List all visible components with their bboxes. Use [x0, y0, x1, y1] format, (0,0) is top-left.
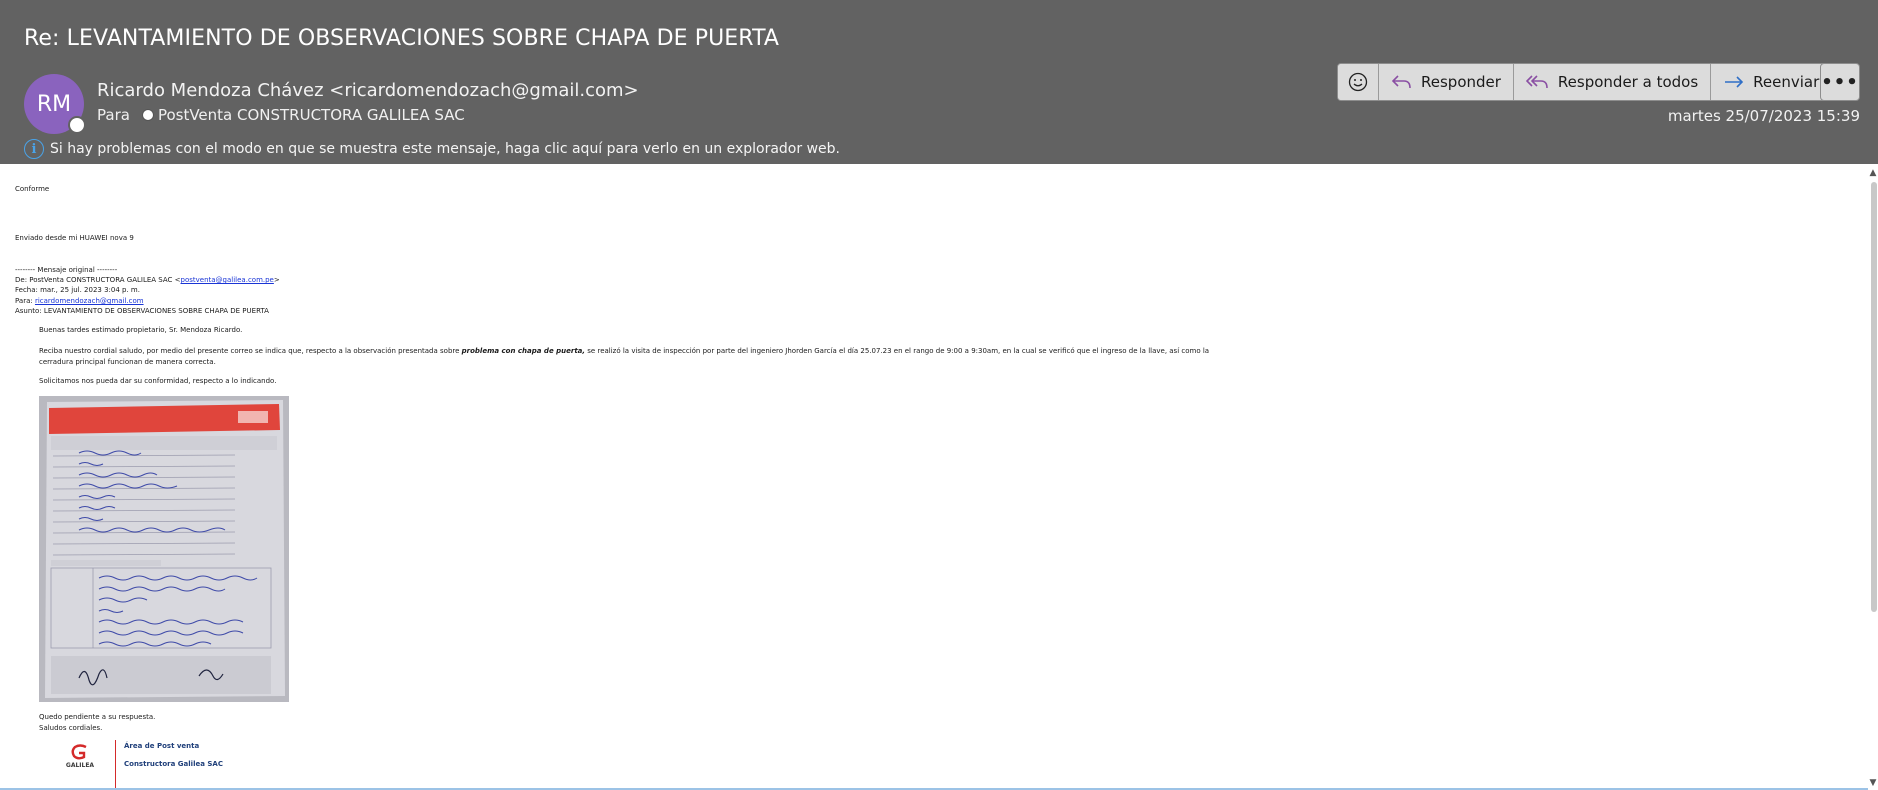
forward-label: Reenviar	[1753, 73, 1820, 91]
reactions-button[interactable]	[1338, 64, 1379, 100]
logo-wordmark: GALILEA	[66, 762, 95, 769]
inspection-form-photo	[39, 396, 289, 702]
sender[interactable]: Ricardo Mendoza Chávez <ricardomendozach…	[97, 80, 639, 101]
reading-pane-header: Re: LEVANTAMIENTO DE OBSERVACIONES SOBRE…	[0, 0, 1878, 164]
request-line: Solicitamos nos pueda dar su conformidad…	[39, 377, 277, 385]
paragraph-1-end: se realizó la visita de inspección por p…	[585, 347, 1210, 355]
signature-divider	[115, 740, 116, 790]
paragraph-1: Reciba nuestro cordial saludo, por medio…	[39, 347, 1209, 355]
signature-area: Área de Post venta	[124, 742, 200, 750]
signature-company: Constructora Galilea SAC	[124, 760, 223, 768]
recipient-presence-icon	[141, 109, 154, 121]
to-label: Para	[97, 106, 130, 124]
body-conforme: Conforme	[15, 185, 50, 193]
avatar-initials: RM	[36, 91, 72, 117]
paragraph-1-start: Reciba nuestro cordial saludo, por medio…	[39, 347, 462, 355]
original-date-line: Fecha: mar., 25 jul. 2023 3:04 p. m.	[15, 286, 140, 294]
original-subject-line: Asunto: LEVANTAMIENTO DE OBSERVACIONES S…	[15, 307, 269, 315]
regards-line: Saludos cordiales.	[39, 724, 103, 732]
reply-all-button[interactable]: Responder a todos	[1513, 64, 1712, 100]
to-recipient[interactable]: PostVenta CONSTRUCTORA GALILEA SAC	[158, 106, 465, 124]
more-icon: •••	[1821, 71, 1859, 93]
recipients-line: Para PostVenta CONSTRUCTORA GALILEA SAC	[97, 106, 465, 124]
scroll-down-arrow-icon[interactable]: ▼	[1868, 778, 1878, 788]
presence-status-icon	[68, 116, 86, 134]
greeting: Buenas tardes estimado propietario, Sr. …	[39, 326, 243, 334]
paragraph-1-emphasis: problema con chapa de puerta,	[461, 347, 586, 355]
galilea-logo: GALILEA	[64, 743, 96, 771]
infobar[interactable]: i Si hay problemas con el modo en que se…	[24, 139, 840, 159]
reply-button[interactable]: Responder	[1379, 64, 1514, 100]
original-from-line: De: PostVenta CONSTRUCTORA GALILEA SAC <…	[15, 276, 280, 284]
infobar-text[interactable]: Si hay problemas con el modo en que se m…	[50, 141, 840, 157]
message-actions-toolbar: Responder Responder a todos Reenviar	[1337, 63, 1833, 101]
to-email-link[interactable]: ricardomendozach@gmail.com	[35, 297, 144, 305]
galilea-logo-mark: GALILEA	[66, 744, 95, 769]
info-icon: i	[24, 139, 44, 159]
scrollbar-thumb[interactable]	[1871, 182, 1877, 612]
body-sent-from: Enviado desde mi HUAWEI nova 9	[15, 234, 134, 242]
reply-all-icon	[1525, 75, 1548, 89]
forward-button[interactable]: Reenviar	[1711, 64, 1832, 100]
to-prefix: Para:	[15, 297, 35, 305]
message-date: martes 25/07/2023 15:39	[1667, 107, 1860, 125]
from-prefix: De: PostVenta CONSTRUCTORA GALILEA SAC <	[15, 276, 181, 284]
message-subject: Re: LEVANTAMIENTO DE OBSERVACIONES SOBRE…	[24, 26, 780, 51]
from-suffix: >	[273, 276, 280, 284]
smiley-icon	[1348, 72, 1368, 92]
reply-all-label: Responder a todos	[1557, 73, 1699, 91]
paragraph-1-continuation: cerradura principal funcionan de manera …	[39, 358, 216, 366]
vertical-scrollbar[interactable]: ▲ ▼	[1868, 168, 1878, 788]
pending-line: Quedo pendiente a su respuesta.	[39, 713, 156, 721]
original-message-header: -------- Mensaje original --------	[15, 266, 118, 274]
from-email-link[interactable]: postventa@galilea.com.pe	[181, 276, 274, 284]
scroll-up-arrow-icon[interactable]: ▲	[1868, 168, 1878, 178]
forward-icon	[1725, 76, 1744, 88]
original-to-line: Para: ricardomendozach@gmail.com	[15, 297, 144, 305]
more-actions-button[interactable]: •••	[1820, 63, 1860, 101]
reply-label: Responder	[1421, 73, 1501, 91]
inspection-form-image[interactable]	[39, 396, 289, 702]
reply-icon	[1391, 75, 1411, 89]
